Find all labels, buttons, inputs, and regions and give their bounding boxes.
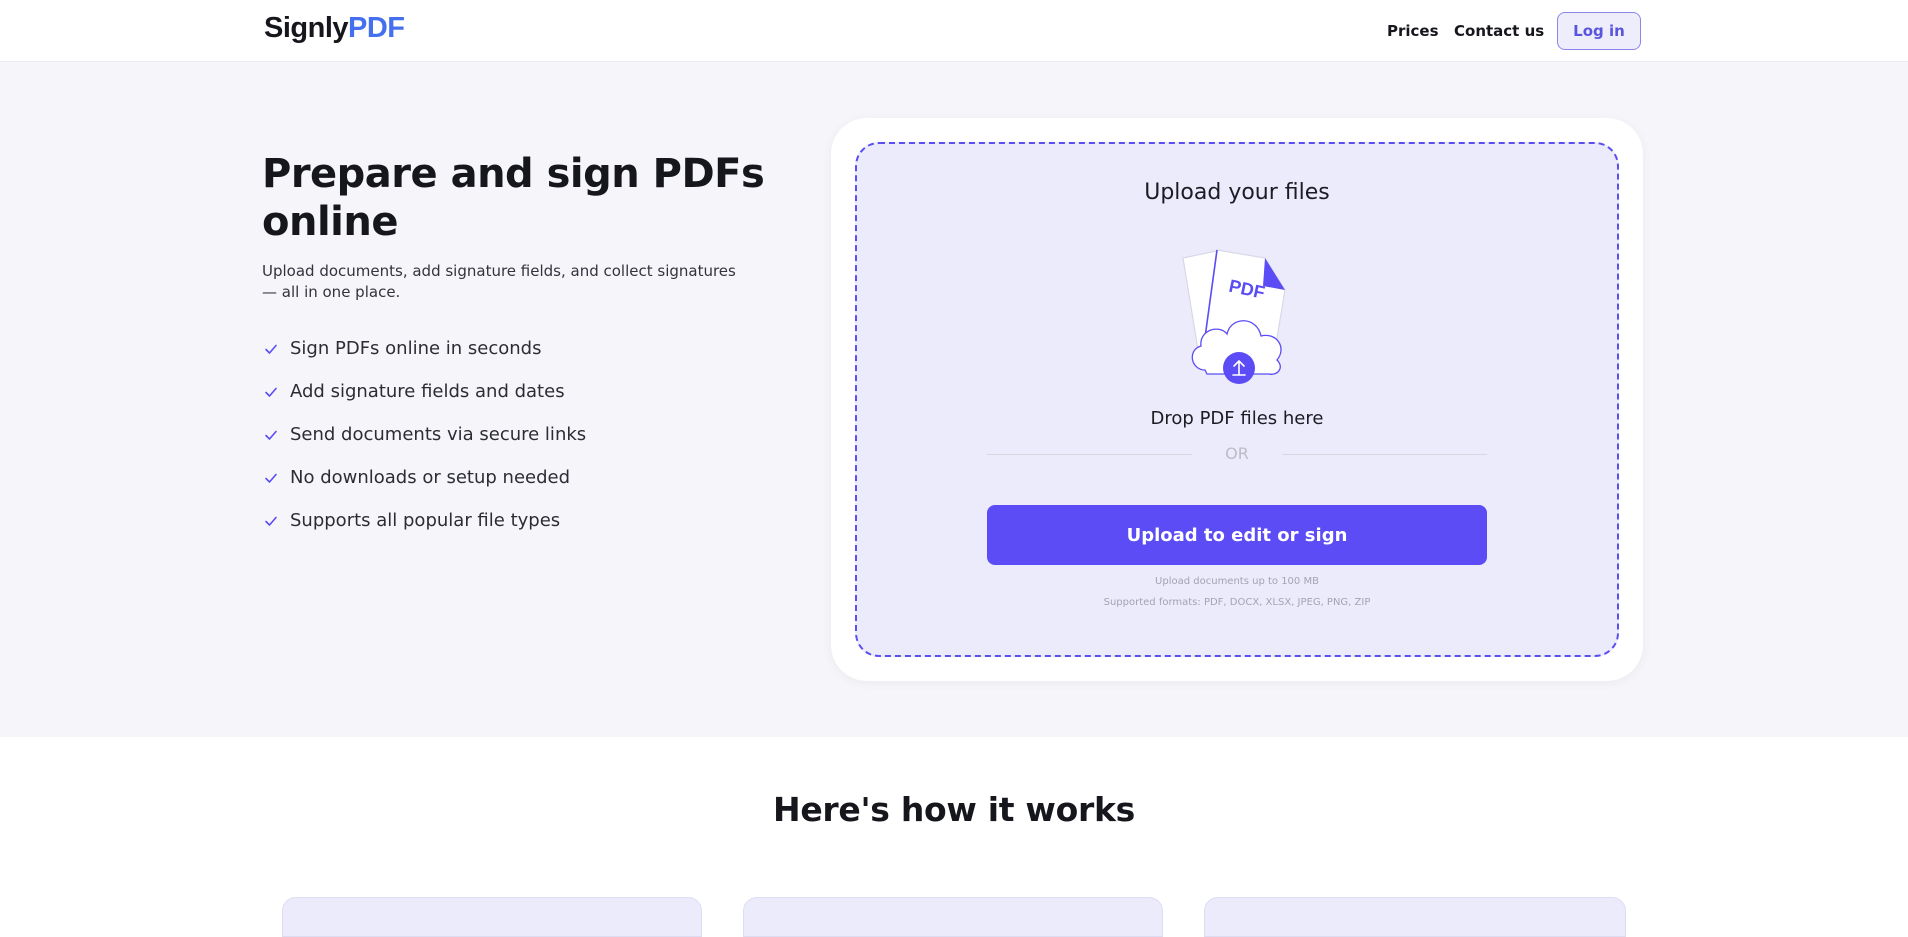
file-dropzone[interactable]: Upload your files PDF Drop PDF files her… [855, 142, 1619, 657]
upload-button[interactable]: Upload to edit or sign [987, 505, 1487, 565]
logo-text-pdf: PDF [348, 12, 405, 44]
hero-title: Prepare and sign PDFs online [262, 151, 765, 245]
upload-title: Upload your files [1144, 180, 1330, 205]
login-button[interactable]: Log in [1557, 12, 1641, 50]
logo-text-signly: Signly [264, 12, 349, 44]
check-icon [265, 473, 277, 483]
check-icon [265, 430, 277, 440]
feature-label: No downloads or setup needed [290, 467, 571, 488]
feature-item: No downloads or setup needed [262, 456, 586, 499]
how-it-works-title: Here's how it works [773, 790, 1135, 829]
check-icon [265, 344, 277, 354]
step-card [743, 897, 1163, 937]
feature-item: Sign PDFs online in seconds [262, 327, 586, 370]
feature-label: Supports all popular file types [290, 510, 561, 531]
step-card [282, 897, 702, 937]
drop-instruction: Drop PDF files here [1150, 408, 1324, 429]
feature-item: Add signature fields and dates [262, 370, 586, 413]
pdf-upload-illustration: PDF [1182, 249, 1286, 384]
upload-card: Upload your files PDF Drop PDF files her… [831, 118, 1643, 681]
upload-size-limit: Upload documents up to 100 MB [1155, 576, 1319, 587]
divider-line [1282, 454, 1487, 455]
feature-label: Sign PDFs online in seconds [290, 338, 542, 359]
nav-prices-link[interactable]: Prices [1387, 22, 1439, 40]
feature-label: Send documents via secure links [290, 424, 587, 445]
step-card [1204, 897, 1626, 937]
logo[interactable]: SignlyPDF [264, 12, 405, 45]
check-icon [265, 387, 277, 397]
or-divider: OR [987, 444, 1487, 464]
feature-item: Supports all popular file types [262, 499, 586, 542]
feature-item: Send documents via secure links [262, 413, 586, 456]
nav-contact-link[interactable]: Contact us [1454, 22, 1544, 40]
site-header: SignlyPDF Prices Contact us Log in [0, 0, 1908, 62]
feature-label: Add signature fields and dates [290, 381, 565, 402]
check-icon [265, 516, 277, 526]
supported-formats: Supported formats: PDF, DOCX, XLSX, JPEG… [1103, 597, 1371, 608]
feature-list: Sign PDFs online in seconds Add signatur… [262, 327, 586, 542]
hero-subtitle: Upload documents, add signature fields, … [262, 262, 736, 301]
